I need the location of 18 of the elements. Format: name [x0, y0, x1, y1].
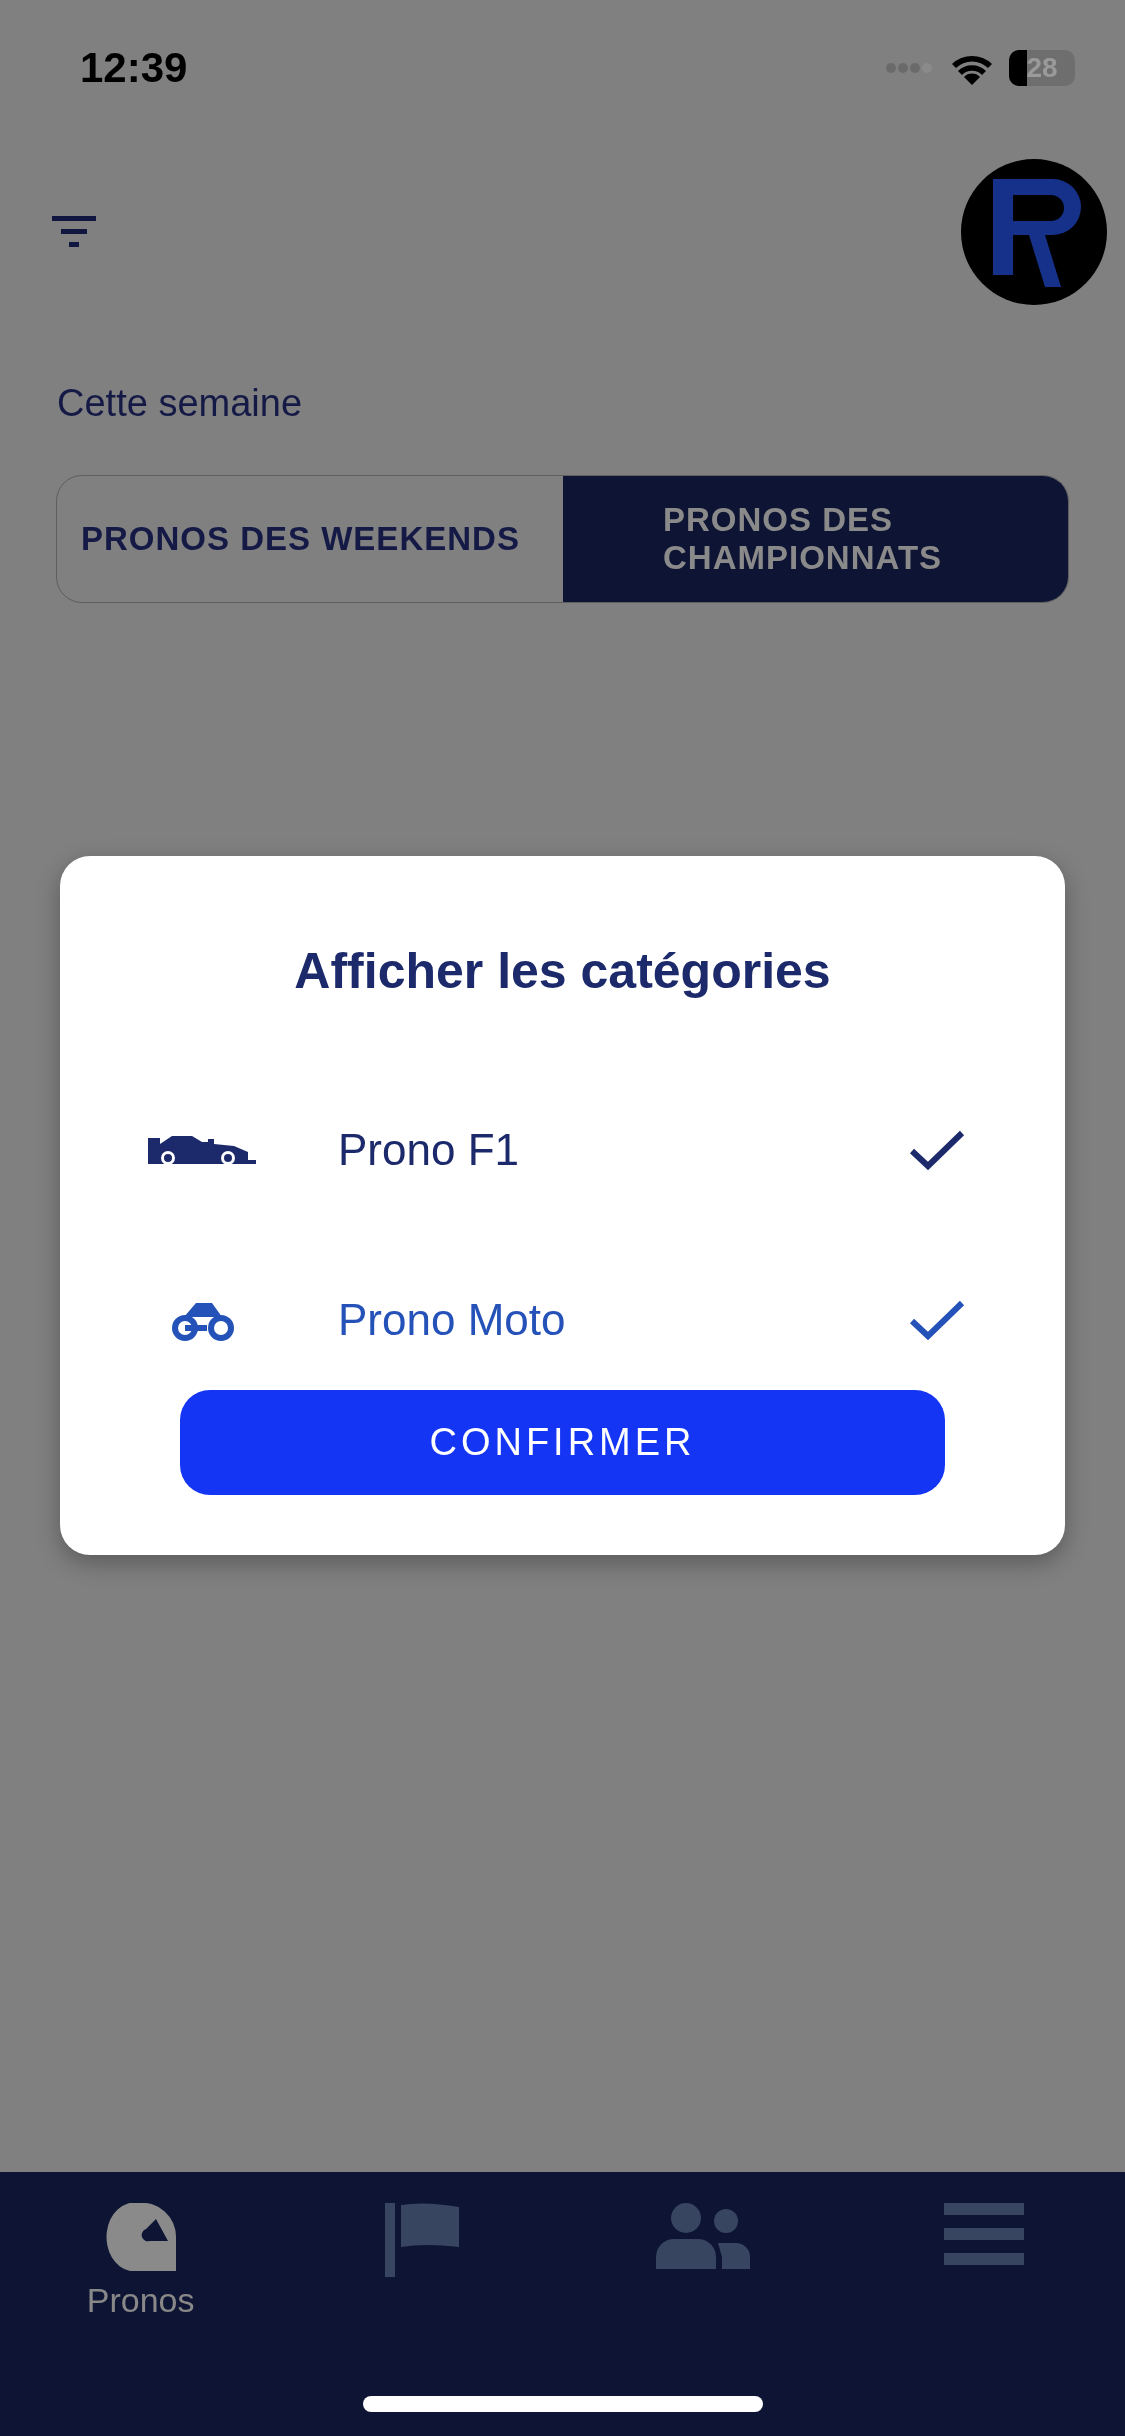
- nav-tab[interactable]: Pronos: [0, 2202, 282, 2352]
- filter-icon[interactable]: [52, 216, 96, 248]
- checkmark-icon[interactable]: [909, 1129, 965, 1171]
- tab[interactable]: PRONOS DES CHAMPIONNATS: [563, 476, 1068, 602]
- menu-icon: [944, 2203, 1025, 2265]
- dialog-title: Afficher les catégories: [294, 942, 831, 1000]
- people-icon: [656, 2203, 751, 2269]
- flag-icon: [384, 2203, 459, 2277]
- category-label: Prono Moto: [338, 1295, 567, 1345]
- signal-icon: [885, 61, 935, 75]
- tab[interactable]: PRONOS DES WEEKENDS: [57, 476, 563, 602]
- status-time: 12:39: [80, 44, 188, 92]
- profile-logo[interactable]: [961, 159, 1107, 305]
- helmet-icon: [105, 2203, 176, 2271]
- confirm-button[interactable]: CONFIRMER: [180, 1390, 945, 1495]
- checkmark-icon[interactable]: [909, 1299, 965, 1341]
- category-label: Prono F1: [338, 1125, 520, 1175]
- section-title: Cette semaine: [57, 382, 303, 425]
